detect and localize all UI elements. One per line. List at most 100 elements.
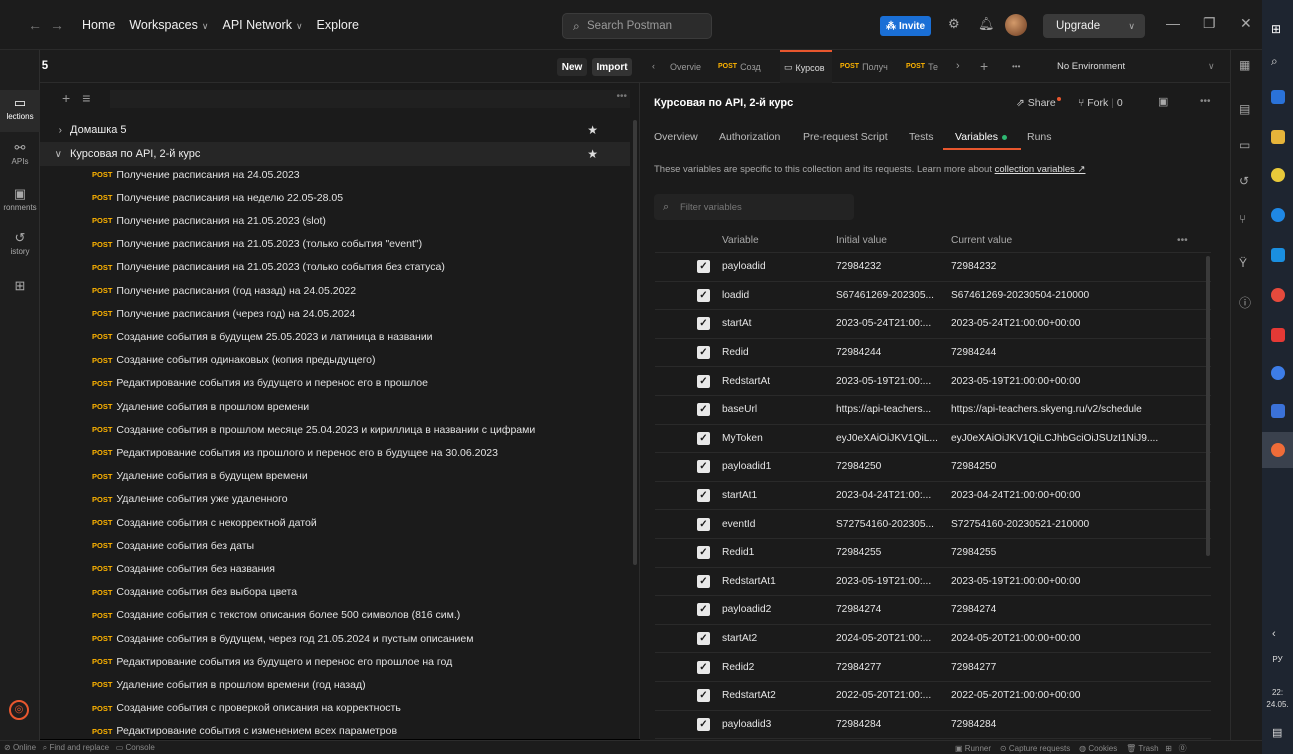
tab-request[interactable]: POST Получ — [840, 50, 898, 83]
variable-checkbox[interactable]: ✓ — [697, 574, 710, 588]
variable-name[interactable]: loadid — [722, 290, 749, 301]
current-value[interactable]: eyJ0eXAiOiJKV1QiLCJhbGciOiJSUzI1NiJ9.... — [951, 433, 1201, 444]
variable-name[interactable]: Redid2 — [722, 662, 754, 673]
taskbar-app-icon[interactable] — [1271, 90, 1285, 104]
vscode-icon[interactable] — [1271, 404, 1285, 418]
variable-name[interactable]: Redid1 — [722, 547, 754, 558]
console-button[interactable]: ▭ Console — [116, 743, 155, 752]
minimize-icon[interactable]: — — [1166, 15, 1180, 31]
more-icon[interactable]: ••• — [616, 91, 627, 102]
find-replace-button[interactable]: ⌕ Find and replace — [43, 743, 109, 752]
variable-checkbox[interactable]: ✓ — [697, 603, 710, 617]
initial-value[interactable]: 72984284 — [836, 719, 944, 730]
variable-checkbox[interactable]: ✓ — [697, 517, 710, 531]
close-icon[interactable]: ✕ — [1240, 15, 1252, 32]
tab-request[interactable]: POST Созд — [718, 50, 773, 83]
request-item[interactable]: POST Создание события без даты — [92, 534, 254, 557]
variable-checkbox[interactable]: ✓ — [697, 717, 710, 731]
current-value[interactable]: 72984250 — [951, 461, 1201, 472]
variable-checkbox[interactable]: ✓ — [697, 660, 710, 674]
subtab-overview[interactable]: Overview — [654, 131, 698, 143]
app-icon[interactable] — [1271, 366, 1285, 380]
initial-value[interactable]: 72984255 — [836, 547, 944, 558]
run-icon[interactable]: ▣ — [1158, 95, 1168, 108]
bootcamp-icon[interactable]: ◎ — [9, 700, 29, 720]
nav-api-network[interactable]: API Network ∨ — [222, 18, 302, 32]
current-value[interactable]: 2023-05-24T21:00:00+00:00 — [951, 318, 1201, 329]
notifications-icon[interactable]: ▤ — [1272, 726, 1282, 739]
rail-history[interactable]: ↺ istory — [0, 230, 40, 256]
back-arrow-icon[interactable]: ← — [24, 17, 46, 33]
request-item[interactable]: POST Удаление события уже удаленного — [92, 488, 288, 511]
import-button[interactable]: Import — [592, 58, 632, 76]
current-value[interactable]: 2023-05-19T21:00:00+00:00 — [951, 376, 1201, 387]
request-item[interactable]: POST Создание события одинаковых (копия п… — [92, 349, 376, 372]
request-item[interactable]: POST Получение расписания (год назад) на … — [92, 279, 356, 302]
initial-value[interactable]: 72984232 — [836, 261, 944, 272]
star-icon[interactable]: ★ — [587, 123, 598, 137]
current-value[interactable]: 2023-04-24T21:00:00+00:00 — [951, 490, 1201, 501]
variable-checkbox[interactable]: ✓ — [697, 431, 710, 445]
more-icon[interactable]: ••• — [1200, 96, 1211, 107]
subtab-authorization[interactable]: Authorization — [719, 131, 780, 143]
layout-icon[interactable]: ⊞ — [1165, 744, 1172, 753]
request-item[interactable]: POST Создание события с проверкой описани… — [92, 697, 401, 720]
tabs-right-arrow-icon[interactable]: › — [956, 60, 960, 72]
search-input[interactable]: ⌕ Search Postman — [562, 13, 712, 39]
tab-collection[interactable]: ▭ Курсов — [780, 50, 832, 83]
variable-checkbox[interactable]: ✓ — [697, 260, 710, 274]
chevron-down-icon[interactable]: ∨ — [1208, 61, 1215, 72]
nav-home[interactable]: Home — [82, 18, 115, 32]
chevron-down-icon[interactable]: ∨ — [40, 149, 70, 160]
nav-explore[interactable]: Explore — [317, 18, 359, 32]
bell-icon[interactable]: 🔔︎ — [978, 16, 995, 32]
request-item[interactable]: POST Создание события в будущем, через го… — [92, 627, 473, 650]
subtab-runs[interactable]: Runs — [1027, 131, 1052, 143]
table-scrollbar[interactable] — [1206, 256, 1210, 556]
variable-name[interactable]: payloadid3 — [722, 719, 771, 730]
initial-value[interactable]: S67461269-202305... — [836, 290, 944, 301]
request-item[interactable]: POST Получение расписания на 21.05.2023 (… — [92, 233, 422, 256]
history-icon[interactable]: ↺ — [1239, 174, 1249, 188]
variable-name[interactable]: RedstartAt1 — [722, 576, 776, 587]
request-item[interactable]: POST Получение расписания на 21.05.2023 (… — [92, 256, 445, 279]
yandex-icon[interactable] — [1271, 288, 1285, 302]
variable-name[interactable]: payloadid2 — [722, 604, 771, 615]
variable-name[interactable]: RedstartAt2 — [722, 690, 776, 701]
info-icon[interactable]: ⓘ — [1239, 294, 1251, 311]
invite-button[interactable]: ⁂ Invite — [880, 16, 931, 36]
request-item[interactable]: POST Создание события без названия — [92, 557, 275, 580]
restore-icon[interactable]: ❐ — [1203, 15, 1216, 32]
help-icon[interactable]: ⓪ — [1179, 744, 1187, 753]
variable-checkbox[interactable]: ✓ — [697, 374, 710, 388]
more-icon[interactable]: ••• — [1177, 235, 1188, 246]
fork-button[interactable]: ⑂ Fork | 0 — [1078, 97, 1123, 109]
tab-overview[interactable]: Overvie — [670, 50, 710, 83]
tab-request[interactable]: POST Те — [906, 50, 946, 83]
tabs-more-icon[interactable]: ••• — [1012, 62, 1020, 71]
request-item[interactable]: POST Создание события с некорректной дато… — [92, 511, 317, 534]
request-item[interactable]: POST Удаление события в прошлом времени (… — [92, 673, 366, 696]
trash-button[interactable]: 🗑︎ Trash — [1126, 744, 1158, 753]
initial-value[interactable]: 2023-04-24T21:00:... — [836, 490, 944, 501]
variable-checkbox[interactable]: ✓ — [697, 489, 710, 503]
variable-name[interactable]: startAt1 — [722, 490, 757, 501]
mail-icon[interactable] — [1271, 248, 1285, 262]
filter-variables-input[interactable]: ⌕ Filter variables — [654, 194, 854, 220]
initial-value[interactable]: 2023-05-24T21:00:... — [836, 318, 944, 329]
request-item[interactable]: POST Получение расписания на 24.05.2023 — [92, 163, 300, 186]
comments-icon[interactable]: ▭ — [1239, 138, 1250, 152]
pull-requests-icon[interactable]: ⑂ — [1239, 212, 1246, 226]
variable-name[interactable]: payloadid1 — [722, 461, 771, 472]
filter-icon[interactable]: ≡ — [82, 90, 90, 106]
current-value[interactable]: 72984244 — [951, 347, 1201, 358]
new-tab-icon[interactable]: + — [980, 58, 988, 74]
clock-time[interactable]: 22: — [1262, 688, 1293, 697]
request-item[interactable]: POST Создание события без выбора цвета — [92, 581, 297, 604]
variable-name[interactable]: startAt — [722, 318, 751, 329]
variable-name[interactable]: payloadid — [722, 261, 766, 272]
variable-checkbox[interactable]: ✓ — [697, 288, 710, 302]
avatar[interactable] — [1005, 14, 1027, 36]
current-value[interactable]: https://api-teachers.skyeng.ru/v2/schedu… — [951, 404, 1201, 415]
language-indicator[interactable]: РУ — [1262, 655, 1293, 664]
